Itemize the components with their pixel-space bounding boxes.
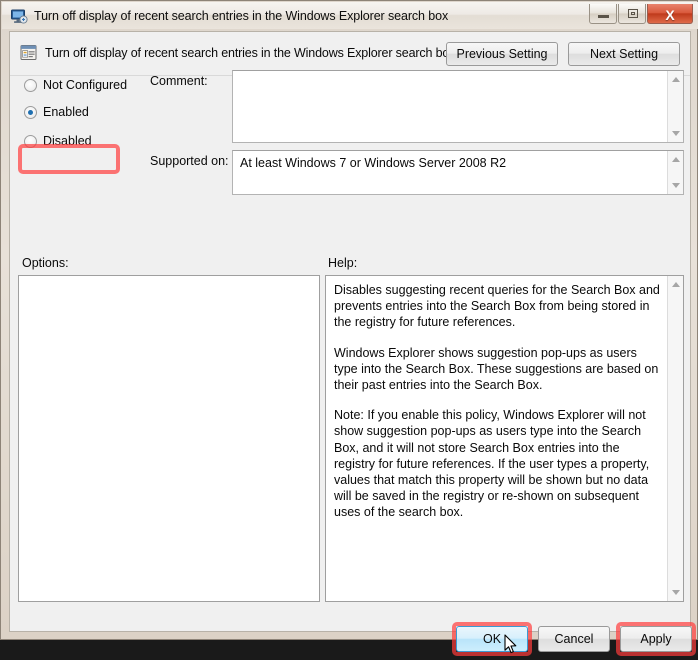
comment-scrollbar[interactable]	[667, 71, 683, 142]
close-button[interactable]: X	[647, 4, 693, 24]
apply-button[interactable]: Apply	[620, 626, 692, 652]
radio-circle-icon	[24, 78, 37, 92]
supported-on-field: At least Windows 7 or Windows Server 200…	[232, 150, 684, 195]
next-setting-button[interactable]: Next Setting	[568, 42, 680, 66]
minimize-button[interactable]	[589, 4, 617, 24]
cancel-button[interactable]: Cancel	[538, 626, 610, 652]
help-paragraph: Note: If you enable this policy, Windows…	[334, 408, 650, 520]
restore-button[interactable]	[618, 4, 646, 24]
supported-on-label: Supported on:	[150, 154, 229, 168]
comment-label: Comment:	[150, 74, 208, 88]
options-panel[interactable]	[18, 275, 320, 602]
enabled-highlight-annotation	[18, 144, 120, 174]
policy-name-label: Turn off display of recent search entrie…	[45, 46, 456, 60]
title-bar[interactable]: Turn off display of recent search entrie…	[2, 2, 698, 29]
window-title: Turn off display of recent search entrie…	[34, 8, 449, 23]
scroll-down-icon[interactable]	[668, 178, 683, 193]
scroll-up-icon[interactable]	[668, 277, 683, 292]
radio-not-configured-label: Not Configured	[43, 78, 128, 92]
scroll-down-icon[interactable]	[668, 585, 683, 600]
help-text-content: Disables suggesting recent queries for t…	[334, 282, 660, 521]
radio-enabled-label: Enabled	[43, 105, 89, 119]
radio-circle-icon	[24, 134, 37, 148]
minimize-icon	[598, 15, 609, 18]
help-paragraph: Windows Explorer shows suggestion pop-up…	[334, 345, 659, 393]
help-label: Help:	[328, 256, 358, 270]
supported-on-scrollbar[interactable]	[667, 151, 683, 194]
comment-textarea[interactable]	[232, 70, 684, 143]
radio-enabled[interactable]: Enabled	[24, 105, 89, 119]
scroll-down-icon[interactable]	[668, 126, 683, 141]
window-controls: X	[588, 4, 693, 24]
help-panel[interactable]: Disables suggesting recent queries for t…	[325, 275, 684, 602]
radio-circle-selected-icon	[24, 105, 37, 119]
radio-not-configured[interactable]: Not Configured	[24, 78, 127, 92]
supported-on-value: At least Windows 7 or Windows Server 200…	[240, 156, 507, 170]
policy-setting-icon	[19, 43, 38, 62]
restore-icon	[628, 9, 638, 18]
dialog-client-area: Turn off display of recent search entrie…	[9, 31, 696, 656]
scroll-up-icon[interactable]	[668, 72, 683, 87]
previous-setting-button[interactable]: Previous Setting	[446, 42, 558, 66]
dialog-window: Turn off display of recent search entrie…	[0, 0, 698, 656]
close-icon: X	[665, 6, 675, 23]
radio-disabled-label: Disabled	[43, 134, 92, 148]
scroll-up-icon[interactable]	[668, 152, 683, 167]
options-label: Options:	[22, 256, 69, 270]
ok-button[interactable]: OK	[456, 626, 528, 652]
radio-disabled[interactable]: Disabled	[24, 134, 92, 148]
policy-display-icon	[10, 7, 28, 25]
help-paragraph: Disables suggesting recent queries for t…	[334, 283, 660, 330]
help-scrollbar[interactable]	[667, 276, 683, 601]
